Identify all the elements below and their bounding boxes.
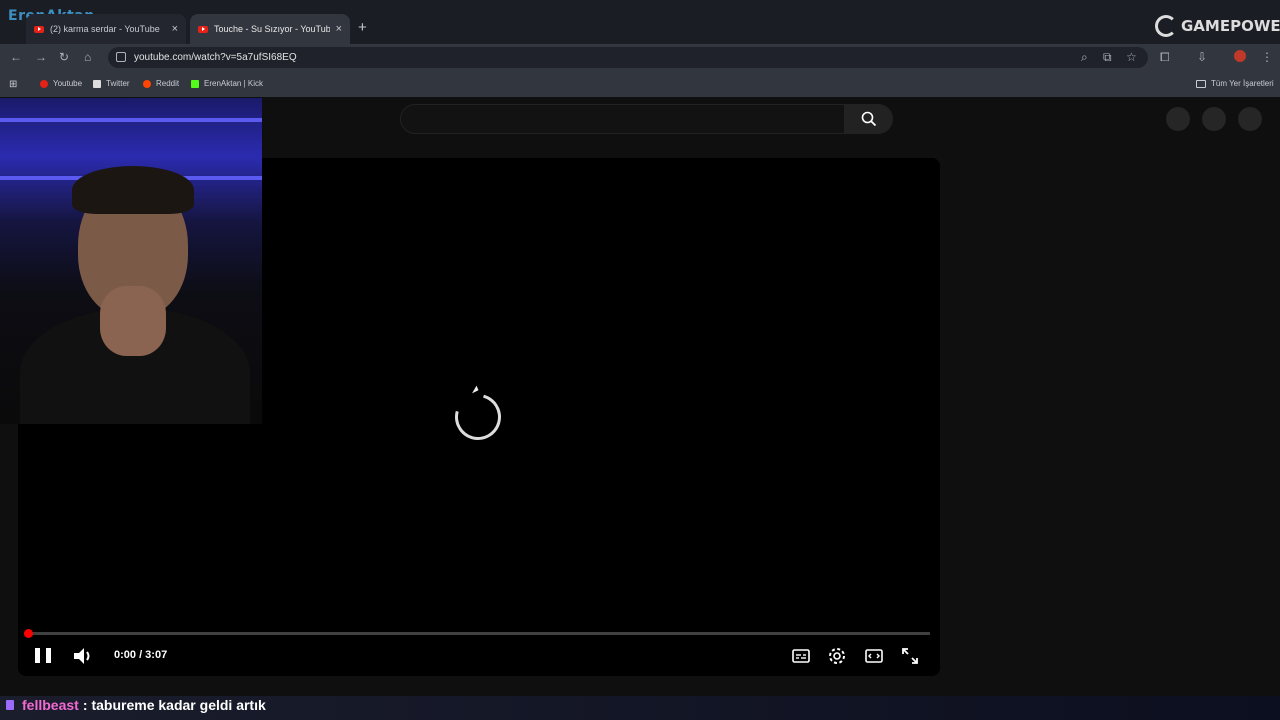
- pause-bar-icon: [35, 648, 40, 663]
- folder-icon: [1196, 79, 1206, 88]
- time-display: 0:00 / 3:07: [114, 649, 168, 661]
- chat-message: fellbeast : tabureme kadar geldi artık: [6, 697, 266, 713]
- address-bar[interactable]: youtube.com/watch?v=5a7ufSI68EQ: [108, 47, 1148, 68]
- chat-separator: :: [82, 697, 88, 713]
- bookmark-label: Youtube: [53, 79, 83, 88]
- streamer-hand: [100, 286, 166, 356]
- tab-karma-serdar[interactable]: (2) karma serdar - YouTube ×: [26, 14, 186, 44]
- streamer-webcam: [0, 98, 262, 424]
- home-icon[interactable]: ⌂: [84, 50, 91, 64]
- bookmark-label: Tüm Yer İşaretleri: [1211, 79, 1274, 88]
- extensions-icon[interactable]: ⧠: [1160, 50, 1170, 65]
- bookmark-label: Reddit: [156, 79, 180, 88]
- kick-icon: [191, 79, 199, 88]
- youtube-favicon-icon: [34, 25, 44, 33]
- chat-text: tabureme kadar geldi artık: [91, 697, 266, 713]
- account-avatar-placeholder[interactable]: [1238, 107, 1262, 131]
- theater-mode-icon[interactable]: [864, 646, 884, 666]
- streamer-hair: [72, 166, 194, 214]
- reload-icon[interactable]: ↻: [59, 50, 69, 64]
- progress-scrubber-handle[interactable]: [24, 629, 33, 638]
- x-twitter-icon: [93, 79, 101, 88]
- progress-bar[interactable]: [28, 632, 930, 635]
- site-info-icon[interactable]: [116, 52, 126, 62]
- bookmark-twitter[interactable]: Twitter: [93, 79, 130, 88]
- youtube-search-button[interactable]: [845, 104, 893, 134]
- bookmark-label: Twitter: [106, 79, 130, 88]
- new-tab-button[interactable]: +: [358, 19, 367, 36]
- tab-title: (2) karma serdar - YouTube: [50, 24, 160, 34]
- sponsor-logo: GAMEPOWER: [1155, 15, 1280, 37]
- volume-icon[interactable]: [72, 646, 94, 666]
- tab-close-icon[interactable]: ×: [172, 23, 178, 35]
- youtube-icon: [40, 79, 48, 88]
- youtube-search-input[interactable]: [400, 104, 845, 134]
- tab-close-icon[interactable]: ×: [336, 23, 342, 35]
- create-button-placeholder[interactable]: [1166, 107, 1190, 131]
- forward-icon[interactable]: →: [35, 50, 47, 64]
- apps-grid-icon[interactable]: ⊞: [9, 79, 17, 90]
- bookmark-youtube[interactable]: Youtube: [40, 79, 82, 88]
- back-icon[interactable]: ←: [10, 50, 22, 64]
- subtitles-icon[interactable]: [791, 646, 811, 666]
- chat-badge-icon: [6, 700, 14, 710]
- pause-bar-icon: [46, 648, 51, 663]
- tab-title: Touche - Su Sızıyor - YouTube: [214, 24, 330, 34]
- settings-gear-icon[interactable]: [827, 646, 847, 666]
- neon-shelf: [0, 118, 262, 122]
- downloads-icon[interactable]: ⇩: [1197, 50, 1207, 64]
- menu-kebab-icon[interactable]: ⋮: [1261, 50, 1273, 64]
- zoom-icon[interactable]: ⌕: [1081, 50, 1088, 65]
- url-text: youtube.com/watch?v=5a7ufSI68EQ: [134, 52, 297, 63]
- bookmark-reddit[interactable]: Reddit: [143, 79, 179, 88]
- sponsor-logo-text: GAMEPOWER: [1181, 17, 1280, 35]
- youtube-favicon-icon: [198, 25, 208, 33]
- notifications-button-placeholder[interactable]: [1202, 107, 1226, 131]
- bookmark-star-icon[interactable]: ☆: [1126, 50, 1137, 64]
- chat-username: fellbeast: [22, 697, 79, 713]
- tab-touche-active[interactable]: Touche - Su Sızıyor - YouTube ×: [190, 14, 350, 44]
- all-bookmarks-folder[interactable]: Tüm Yer İşaretleri: [1196, 79, 1274, 88]
- bookmark-kick[interactable]: ErenAktan | Kick: [191, 79, 263, 88]
- search-icon: [861, 111, 877, 127]
- pause-button[interactable]: [35, 648, 51, 664]
- gamepower-ring-icon: [1155, 15, 1177, 37]
- install-app-icon[interactable]: ⧉: [1103, 50, 1112, 65]
- reddit-icon: [143, 79, 151, 88]
- fullscreen-icon[interactable]: [900, 646, 920, 666]
- bookmark-label: ErenAktan | Kick: [204, 79, 263, 88]
- profile-avatar-icon[interactable]: [1234, 50, 1246, 62]
